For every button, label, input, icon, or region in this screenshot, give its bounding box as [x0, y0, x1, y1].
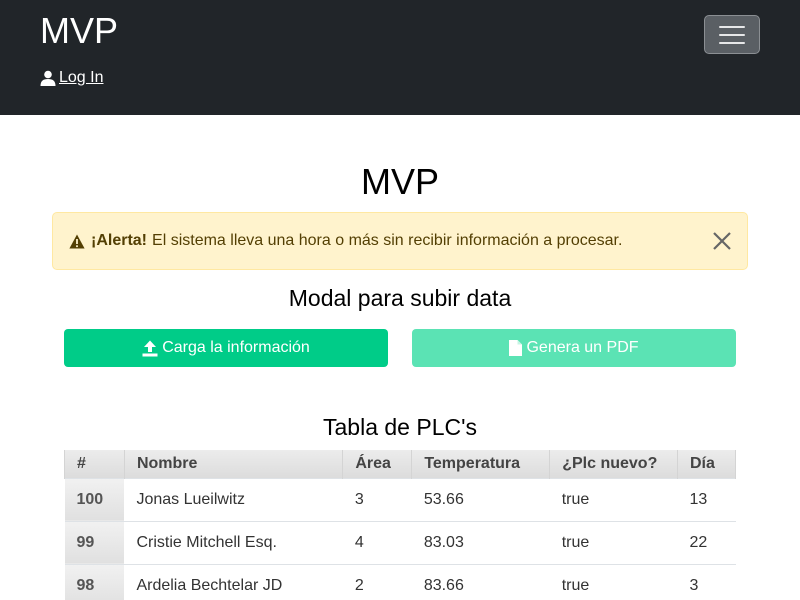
upload-data-button[interactable]: Carga la información [64, 329, 388, 367]
row-area: 2 [342, 563, 412, 600]
row-area: 3 [342, 477, 412, 521]
row-day: 22 [677, 520, 736, 564]
row-name: Jonas Lueilwitz [124, 477, 343, 521]
hamburger-icon-line [719, 33, 745, 36]
alert-heading: ¡Alerta! [91, 232, 148, 249]
column-header-day[interactable]: Día [677, 450, 736, 478]
upload-icon [142, 340, 158, 356]
hamburger-icon-line [719, 41, 745, 44]
close-icon[interactable] [711, 230, 733, 252]
file-icon [509, 340, 523, 356]
plc-table: # Nombre Área Temperatura ¿Plc nuevo? Dí… [64, 450, 736, 600]
row-new-plc: true [549, 520, 678, 564]
navbar-toggler-button[interactable] [704, 15, 760, 54]
navbar-brand[interactable]: MVP [40, 9, 118, 52]
row-id: 98 [64, 563, 125, 600]
upload-data-label: Carga la información [162, 339, 310, 356]
table-title: Tabla de PLC's [323, 414, 477, 440]
row-temperature: 83.66 [411, 563, 550, 600]
row-area: 4 [342, 520, 412, 564]
row-id: 100 [64, 477, 125, 521]
navbar: MVP Log In [0, 0, 800, 115]
generate-pdf-button[interactable]: Genera un PDF [412, 329, 736, 367]
column-header-new-plc[interactable]: ¿Plc nuevo? [549, 450, 678, 478]
column-header-temperature[interactable]: Temperatura [411, 450, 551, 478]
row-name: Cristie Mitchell Esq. [124, 520, 343, 564]
row-id: 99 [64, 520, 125, 564]
column-header-name[interactable]: Nombre [123, 450, 344, 478]
row-new-plc: true [549, 563, 678, 600]
table-row: 98 Ardelia Bechtelar JD 2 83.66 true 3 [64, 563, 736, 600]
column-header-area[interactable]: Área [342, 450, 413, 478]
row-temperature: 83.03 [411, 520, 550, 564]
table-row: 99 Cristie Mitchell Esq. 4 83.03 true 22 [64, 520, 736, 564]
page-title: MVP [360, 161, 439, 202]
hamburger-icon-line [719, 25, 745, 28]
row-day: 3 [677, 563, 736, 600]
login-label: Log In [59, 69, 104, 86]
column-header-id[interactable]: # [64, 450, 125, 478]
warning-icon [69, 234, 85, 249]
row-new-plc: true [549, 477, 678, 521]
row-day: 13 [677, 477, 736, 521]
table-header-row: # Nombre Área Temperatura ¿Plc nuevo? Dí… [64, 450, 736, 478]
table-row: 100 Jonas Lueilwitz 3 53.66 true 13 [64, 477, 736, 521]
login-link[interactable]: Log In [40, 69, 103, 87]
user-icon [40, 70, 56, 86]
row-temperature: 53.66 [411, 477, 550, 521]
generate-pdf-label: Genera un PDF [526, 339, 639, 356]
row-name: Ardelia Bechtelar JD [124, 563, 343, 600]
modal-section-title: Modal para subir data [288, 285, 512, 311]
warning-alert: ¡Alerta! El sistema lleva una hora o más… [52, 212, 748, 270]
alert-message: El sistema lleva una hora o más sin reci… [152, 232, 623, 249]
